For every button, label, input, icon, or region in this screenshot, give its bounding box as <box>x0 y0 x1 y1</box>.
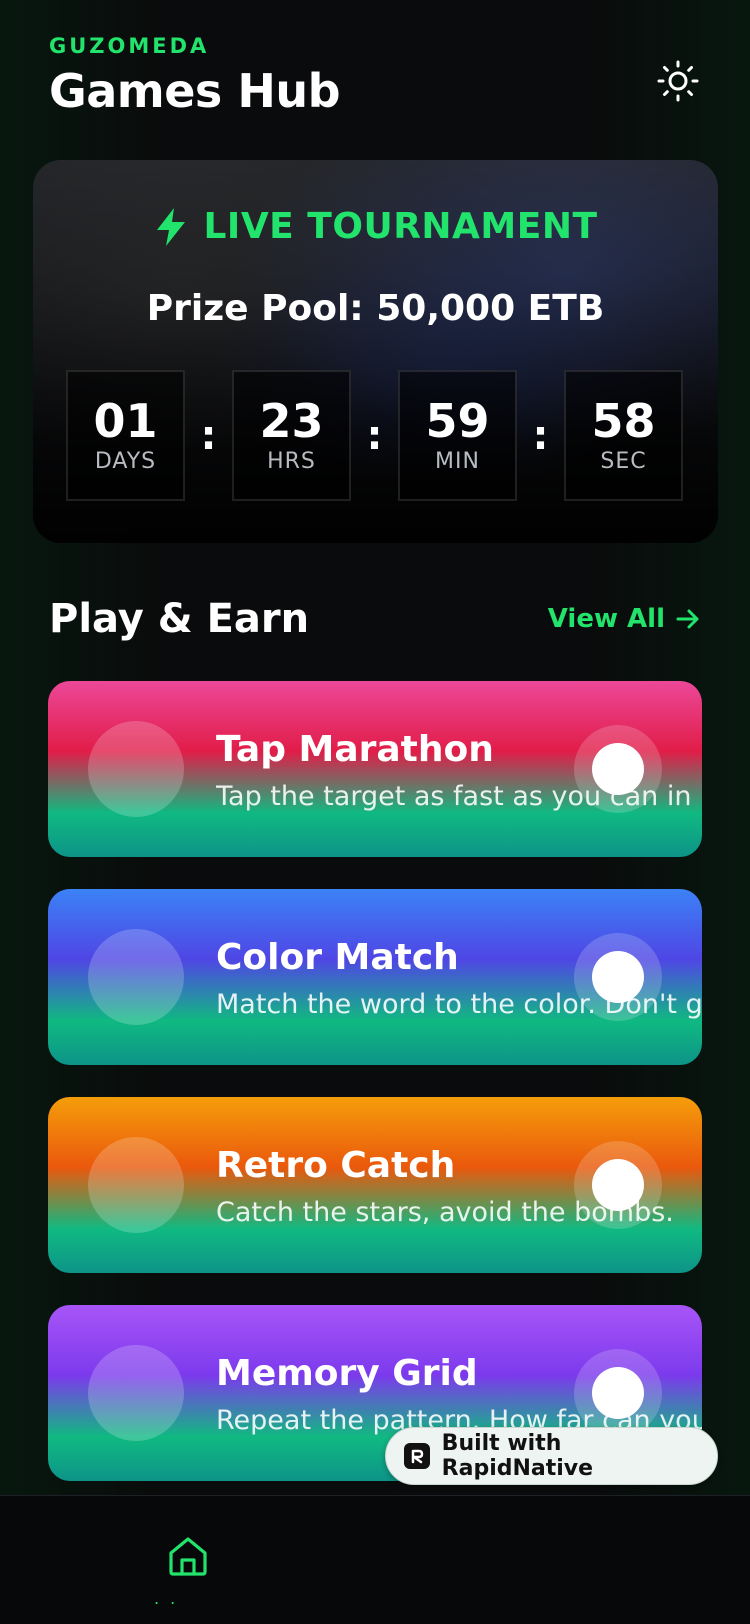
built-with-badge[interactable]: Built with RapidNative <box>385 1427 718 1485</box>
countdown-separator: : <box>532 412 549 459</box>
bottom-navigation: . . <box>0 1495 750 1624</box>
lightning-icon <box>157 207 186 246</box>
game-icon-placeholder <box>88 929 184 1025</box>
countdown-separator: : <box>366 412 383 459</box>
sun-icon <box>657 60 699 102</box>
game-title: Tap Marathon <box>216 729 494 770</box>
tournament-banner[interactable]: LIVE TOURNAMENT Prize Pool: 50,000 ETB 0… <box>33 160 718 543</box>
play-dot-icon <box>592 951 644 1003</box>
play-dot-icon <box>592 1367 644 1419</box>
play-dot-icon <box>592 1159 644 1211</box>
live-tournament-badge: LIVE TOURNAMENT <box>33 206 718 247</box>
countdown-timer: 01 DAYS : 23 HRS : 59 MIN : 58 SEC <box>66 370 683 501</box>
game-icon-placeholder <box>88 721 184 817</box>
countdown-minutes-label: MIN <box>435 449 480 475</box>
built-with-label: Built with RapidNative <box>441 1431 594 1481</box>
rapidnative-logo-icon <box>404 1443 430 1469</box>
game-card-tap-marathon[interactable]: Tap Marathon Tap the target as fast as y… <box>48 681 702 857</box>
game-icon-placeholder <box>88 1137 184 1233</box>
live-tournament-label: LIVE TOURNAMENT <box>203 206 598 247</box>
app-header: GUZOMEDA Games Hub <box>49 34 341 118</box>
nav-active-indicator: . . <box>154 1589 179 1608</box>
page-title: Games Hub <box>49 64 341 118</box>
view-all-link[interactable]: View All <box>548 604 701 634</box>
play-button[interactable] <box>574 1141 662 1229</box>
game-icon-placeholder <box>88 1345 184 1441</box>
countdown-days: 01 DAYS <box>66 370 185 501</box>
arrow-right-icon <box>676 609 699 629</box>
countdown-hours-value: 23 <box>259 393 324 448</box>
game-card-retro-catch[interactable]: Retro Catch Catch the stars, avoid the b… <box>48 1097 702 1273</box>
play-button[interactable] <box>574 1349 662 1437</box>
play-button[interactable] <box>574 933 662 1021</box>
game-title: Memory Grid <box>216 1353 478 1394</box>
game-title: Color Match <box>216 937 459 978</box>
countdown-days-value: 01 <box>93 393 158 448</box>
countdown-days-label: DAYS <box>94 449 157 475</box>
home-icon <box>169 1537 207 1576</box>
countdown-seconds-value: 58 <box>591 393 656 448</box>
brand-label: GUZOMEDA <box>49 34 210 58</box>
countdown-seconds-label: SEC <box>600 449 647 475</box>
play-button[interactable] <box>574 725 662 813</box>
countdown-minutes-value: 59 <box>425 393 490 448</box>
countdown-seconds: 58 SEC <box>564 370 683 501</box>
countdown-minutes: 59 MIN <box>398 370 517 501</box>
play-dot-icon <box>592 743 644 795</box>
theme-toggle-button[interactable] <box>654 57 702 105</box>
game-title: Retro Catch <box>216 1145 456 1186</box>
game-card-color-match[interactable]: Color Match Match the word to the color.… <box>48 889 702 1065</box>
countdown-hours-label: HRS <box>267 449 316 475</box>
countdown-separator: : <box>200 412 217 459</box>
view-all-label: View All <box>547 604 665 634</box>
section-title: Play & Earn <box>49 596 310 642</box>
countdown-hours: 23 HRS <box>232 370 351 501</box>
prize-pool: Prize Pool: 50,000 ETB <box>146 288 605 329</box>
nav-home-button[interactable] <box>160 1528 216 1584</box>
